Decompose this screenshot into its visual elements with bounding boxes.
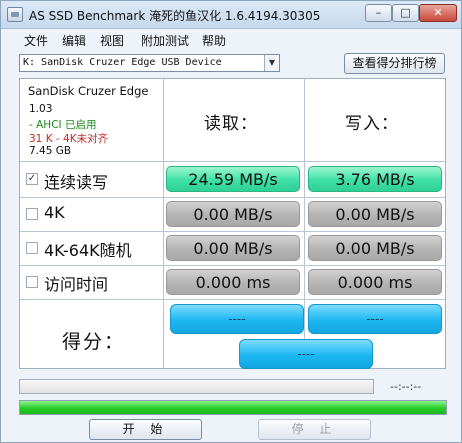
4k-test-label: 4K — [44, 203, 65, 222]
access-write-result: 0.000 ms — [308, 269, 442, 295]
device-select[interactable]: K: SanDisk Cruzer Edge USB Device ▼ — [19, 54, 280, 72]
total-score: ---- — [239, 339, 373, 369]
view-ranking-button[interactable]: 查看得分排行榜 — [344, 53, 445, 74]
4k64-write-result: 0.00 MB/s — [308, 235, 442, 261]
seq-write-result: 3.76 MB/s — [308, 166, 442, 192]
start-button[interactable]: 开 始 — [89, 419, 202, 440]
drive-size: 7.45 GB — [29, 145, 72, 157]
4k-test-checkbox[interactable] — [26, 208, 38, 220]
minimize-button[interactable]: – — [365, 4, 392, 22]
app-window: AS SSD Benchmark 淹死的鱼汉化 1.6.4194.30305 –… — [0, 0, 462, 443]
score-label: 得分： — [62, 331, 126, 353]
close-button[interactable]: ✕ — [419, 4, 457, 22]
device-select-value: K: SanDisk Cruzer Edge USB Device — [23, 57, 222, 68]
4k-write-result: 0.00 MB/s — [308, 201, 442, 227]
4k64-read-result: 0.00 MB/s — [166, 235, 300, 261]
column-divider — [163, 79, 164, 368]
row-divider — [20, 231, 445, 232]
test-progress-bar — [19, 379, 374, 394]
overall-progress-fill — [20, 401, 446, 414]
firmware-version: 1.03 — [29, 103, 53, 115]
overall-progress-bar — [19, 400, 447, 415]
4k64-test-label: 4K-64K随机 — [44, 241, 132, 260]
window-title: AS SSD Benchmark 淹死的鱼汉化 1.6.4194.30305 — [29, 9, 321, 23]
access-test-label: 访问时间 — [44, 275, 109, 294]
row-divider — [20, 197, 445, 198]
seq-read-result: 24.59 MB/s — [166, 166, 300, 192]
results-panel: SanDisk Cruzer Edge 1.03 - AHCI 已启用 31 K… — [19, 78, 446, 369]
menu-edit[interactable]: 编辑 — [62, 32, 86, 49]
elapsed-time: --:--:-- — [390, 380, 422, 393]
menu-view[interactable]: 视图 — [100, 32, 124, 49]
app-icon — [7, 7, 23, 22]
seq-test-checkbox[interactable]: ✓ — [26, 173, 38, 185]
row-divider — [20, 161, 445, 162]
stop-button[interactable]: 停 止 — [258, 419, 371, 440]
4k64-test-checkbox[interactable] — [26, 242, 38, 254]
write-score: ---- — [308, 304, 442, 334]
title-bar[interactable]: AS SSD Benchmark 淹死的鱼汉化 1.6.4194.30305 –… — [1, 1, 461, 29]
row-divider — [20, 265, 445, 266]
4k-read-result: 0.00 MB/s — [166, 201, 300, 227]
access-read-result: 0.000 ms — [166, 269, 300, 295]
read-column-header: 读取： — [204, 114, 258, 134]
ahci-status: - AHCI 已启用 — [29, 119, 97, 131]
menu-extra-tests[interactable]: 附加测试 — [141, 32, 189, 49]
device-name: SanDisk Cruzer Edge — [28, 84, 149, 98]
row-divider — [20, 299, 445, 300]
alignment-status: 31 K - 4K未对齐 — [29, 133, 109, 145]
menu-help[interactable]: 帮助 — [202, 32, 226, 49]
menu-file[interactable]: 文件 — [24, 32, 48, 49]
maximize-button[interactable]: □ — [392, 4, 419, 22]
menu-bar: 文件 编辑 视图 附加测试 帮助 — [1, 29, 461, 49]
access-test-checkbox[interactable] — [26, 276, 38, 288]
seq-test-label: 连续读写 — [44, 173, 109, 192]
write-column-header: 写入： — [345, 114, 399, 134]
read-score: ---- — [170, 304, 304, 334]
chevron-down-icon[interactable]: ▼ — [264, 55, 279, 71]
column-divider — [304, 79, 305, 368]
device-toolbar: K: SanDisk Cruzer Edge USB Device ▼ 查看得分… — [1, 50, 461, 76]
